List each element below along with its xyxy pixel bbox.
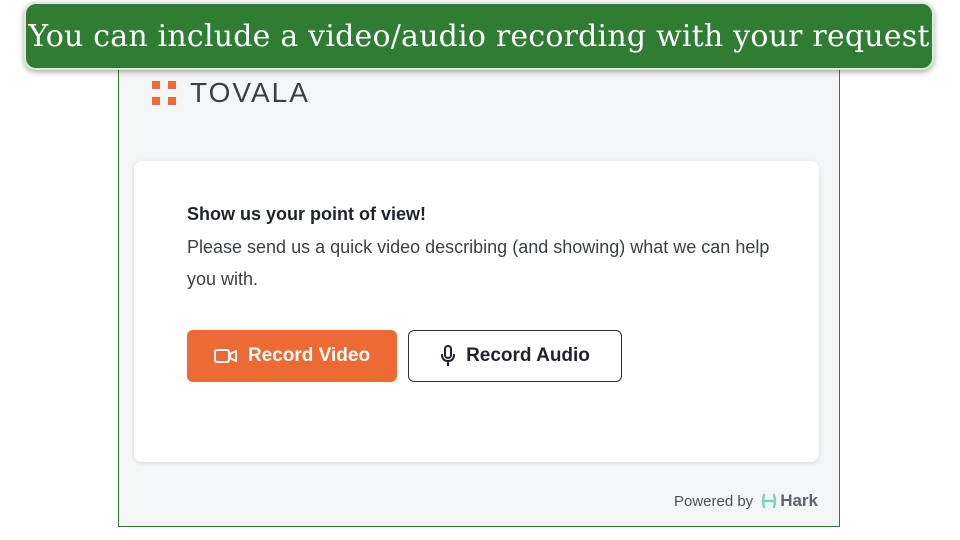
powered-by-label: Powered by xyxy=(673,492,754,510)
brand-logo: TOVALA xyxy=(152,77,310,108)
record-video-button[interactable]: Record Video xyxy=(187,330,397,382)
caption-banner: You can include a video/audio recording … xyxy=(24,2,934,70)
hark-logo-icon xyxy=(761,493,777,509)
brand-name: TOVALA xyxy=(190,77,310,108)
record-video-label: Record Video xyxy=(247,345,371,366)
microphone-icon xyxy=(441,345,456,366)
card-heading: Show us your point of view! xyxy=(187,204,427,224)
hark-brand[interactable]: Hark xyxy=(761,491,818,511)
caption-text: You can include a video/audio recording … xyxy=(28,18,930,54)
hark-name: Hark xyxy=(780,491,818,510)
record-audio-button[interactable]: Record Audio xyxy=(408,330,622,382)
powered-by-footer[interactable]: Powered by Hark xyxy=(674,490,818,512)
video-camera-icon xyxy=(213,349,237,363)
record-audio-label: Record Audio xyxy=(466,345,590,366)
tovala-logo-icon xyxy=(152,81,176,105)
card-description: Please send us a quick video describing … xyxy=(187,237,770,289)
